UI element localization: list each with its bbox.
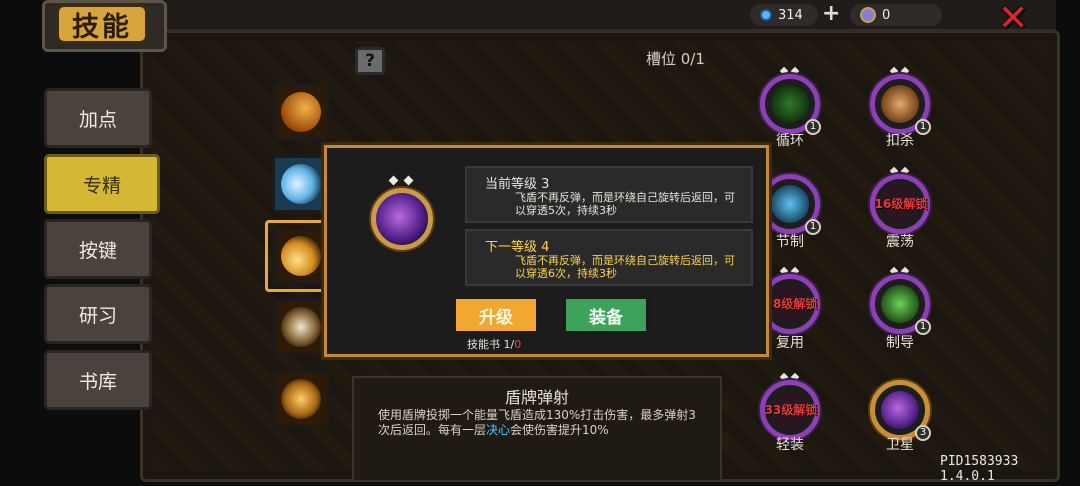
next-level-description: 飞盾不再反弹，而是环绕自己旋转后返回，可以穿透6次，持续3秒: [515, 254, 735, 280]
tab-label: 加点: [78, 108, 117, 131]
talent-node-light-armor[interactable]: 33级解锁: [760, 380, 820, 440]
talent-label: 扣杀: [886, 133, 914, 149]
shield-throw-icon: [281, 236, 321, 276]
talent-node-reuse[interactable]: 18级解锁: [760, 274, 820, 334]
tab-keybind[interactable]: 按键: [44, 219, 152, 279]
slot-counter: 槽位 0/1: [646, 50, 705, 68]
page-title: 技能: [56, 4, 148, 44]
version-text: PID1583933 1.4.0.1: [940, 454, 1019, 484]
satellite-orb-icon: [371, 188, 433, 250]
tab-label: 书库: [78, 370, 117, 393]
skill-book-have: 0: [514, 338, 522, 351]
talent-label: 制导: [886, 335, 914, 351]
coin-counter: 0: [850, 4, 942, 26]
tab-library[interactable]: 书库: [44, 350, 152, 410]
skill-info-panel: 盾牌弹射 使用盾牌投掷一个能量飞盾造成130%打击伤害，最多弹射3次后返回。每有…: [352, 376, 722, 482]
swirl-icon: [281, 307, 321, 347]
description-text: 会使伤害提升10%: [510, 423, 609, 437]
equip-button[interactable]: 装备: [563, 296, 649, 334]
fire-ring-icon: [281, 379, 321, 419]
talent-node-restraint[interactable]: 1: [760, 174, 821, 235]
tab-label: 研习: [78, 304, 117, 327]
next-level-box: 下一等级 4 飞盾不再反弹，而是环绕自己旋转后返回，可以穿透6次，持续3秒: [465, 229, 753, 286]
current-level-box: 当前等级 3 飞盾不再反弹，而是环绕自己旋转后返回，可以穿透5次，持续3秒: [465, 166, 753, 223]
unlock-level-text: 33级解锁: [764, 403, 818, 417]
upgrade-button[interactable]: 升级: [453, 296, 539, 334]
current-level-description: 飞盾不再反弹，而是环绕自己旋转后返回，可以穿透5次，持续3秒: [515, 191, 735, 217]
fist-icon: [881, 85, 919, 123]
tab-add-points[interactable]: 加点: [44, 88, 152, 148]
ice-icon: [281, 164, 321, 204]
gem-count: 314: [778, 7, 803, 23]
skill-slot-3[interactable]: [272, 227, 330, 285]
tab-study[interactable]: 研习: [44, 284, 152, 344]
talent-label: 卫星: [886, 437, 914, 453]
coin-count: 0: [882, 7, 891, 23]
talent-node-smash[interactable]: 1: [870, 74, 931, 135]
next-level-header: 下一等级 4: [485, 240, 550, 255]
gem-icon: [760, 9, 772, 21]
orb-icon: [881, 391, 919, 429]
talent-label: 震荡: [886, 234, 914, 250]
talent-node-satellite[interactable]: 3: [870, 380, 931, 441]
talent-label: 轻装: [776, 437, 804, 453]
sun-icon: [281, 92, 321, 132]
skill-slot-2[interactable]: [272, 155, 330, 213]
tab-label: 按键: [78, 239, 117, 262]
upgrade-dialog: 当前等级 3 飞盾不再反弹，而是环绕自己旋转后返回，可以穿透5次，持续3秒 下一…: [324, 145, 769, 357]
skill-book-label: 技能书 1/: [467, 338, 515, 351]
skill-description: 使用盾牌投掷一个能量飞盾造成130%打击伤害，最多弹射3次后返回。每有一层决心会…: [378, 408, 698, 438]
description-keyword: 决心: [486, 423, 511, 437]
current-level-header: 当前等级 3: [485, 177, 550, 192]
skill-book-count: 技能书 1/0: [467, 336, 521, 352]
coin-icon: [860, 7, 876, 23]
tab-label: 专精: [82, 174, 121, 197]
gem-counter: 314: [750, 4, 818, 26]
add-gems-button[interactable]: +: [822, 1, 840, 26]
talent-node-cycle[interactable]: 1: [760, 74, 821, 135]
talent-node-shock[interactable]: 16级解锁: [870, 174, 930, 234]
unlock-level-text: 16级解锁: [874, 197, 928, 211]
arrow-down-icon: [771, 185, 809, 223]
skill-slot-4[interactable]: [272, 298, 330, 356]
close-icon[interactable]: ✕: [998, 0, 1028, 38]
crosshair-icon: [881, 285, 919, 323]
skill-slot-5[interactable]: [272, 370, 330, 428]
help-button[interactable]: ?: [355, 47, 385, 75]
tab-specialization[interactable]: 专精: [44, 154, 160, 214]
talent-node-guidance[interactable]: 1: [870, 274, 931, 335]
infinity-icon: [771, 85, 809, 123]
skill-name: 盾牌弹射: [504, 388, 569, 407]
skill-slot-1[interactable]: [272, 83, 330, 141]
rank-dots: [388, 177, 416, 187]
